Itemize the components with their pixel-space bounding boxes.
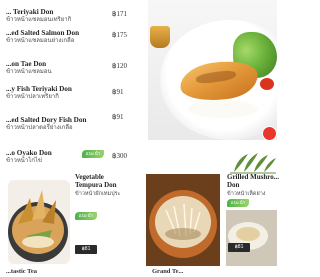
card-item-name-line2: Tempura Don	[75, 181, 117, 189]
grilled-mushroom-photo	[146, 174, 220, 266]
next-row-strip: ...tastic Tea Grand Te...	[0, 266, 277, 277]
rice	[188, 100, 258, 118]
side-cup	[150, 26, 170, 48]
tomato	[260, 78, 274, 90]
price-tag: ฿81	[75, 245, 97, 254]
menu-item-price: ฿300	[112, 152, 127, 160]
menu-item-name: ...ed Salted Salmon Don	[6, 29, 80, 37]
menu-list: ... Teriyaki Don ข้าวหน้าแซลมอนเทริยากิ …	[0, 0, 148, 172]
recommended-badge: แนะนำ	[227, 199, 249, 207]
menu-item-price: ฿175	[112, 31, 127, 39]
menu-item-name: ...ed Salted Dory Fish Don	[6, 116, 87, 124]
menu-item-price: ฿171	[112, 10, 127, 18]
menu-item-subtitle: ข้าวหน้าแซลมอน	[6, 69, 52, 75]
menu-item-subtitle: ข้าวหน้าไก่ไข่	[6, 158, 43, 164]
vegetable-tempura-photo	[8, 180, 70, 264]
card-item-subtitle: ข้าวหน้าผักเทมปุระ	[75, 191, 121, 197]
menu-item-name: ... Teriyaki Don	[6, 8, 54, 16]
leaf-decoration-icon	[230, 153, 276, 174]
price-tag: ฿81	[228, 243, 250, 252]
hero-food-photo	[148, 0, 277, 140]
menu-item-name: ...o Oyako Don	[6, 149, 52, 157]
menu-item-name: ...on Tae Don	[6, 60, 47, 68]
next-item-name: Grand Te...	[152, 268, 184, 275]
menu-item-subtitle: ข้าวหน้าแซลมอนเทริยากิ	[6, 17, 72, 23]
menu-item-price: ฿91	[112, 88, 124, 96]
menu-item-name: ...y Fish Teriyaki Don	[6, 85, 72, 93]
menu-item-subtitle: ข้าวหน้าแซลมอนย่างเกลือ	[6, 38, 75, 44]
next-item-name: ...tastic Tea	[6, 268, 38, 275]
card-item-name-line2: Don	[227, 181, 240, 189]
menu-item-price: ฿120	[112, 62, 127, 70]
card-item-subtitle: ข้าวหน้าเห็ดย่าง	[227, 191, 266, 197]
recommended-badge: แนะนำ	[82, 150, 104, 158]
side-dish-photo	[226, 210, 277, 268]
red-dot-marker	[262, 126, 277, 141]
menu-item-subtitle: ข้าวหน้าปลาดอรี่ย่างเกลือ	[6, 125, 73, 131]
menu-item-price: ฿91	[112, 113, 124, 121]
menu-item-subtitle: ข้าวหน้าปลาเทริยากิ	[6, 94, 59, 100]
recommended-badge: แนะนำ	[75, 212, 97, 220]
